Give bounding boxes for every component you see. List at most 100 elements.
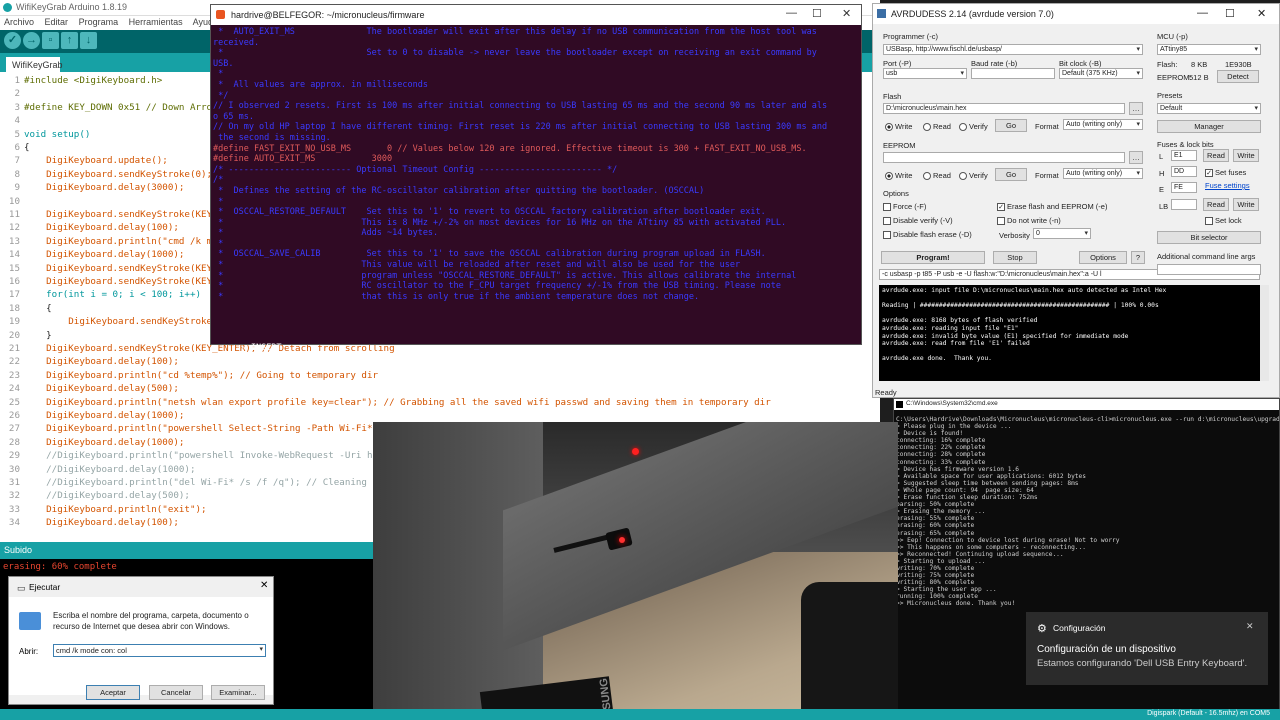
port-select[interactable]: usb [883,68,967,79]
options-section-label: Options [883,189,909,198]
new-file-icon[interactable]: ▫ [42,32,59,49]
notification-toast[interactable]: ⚙ Configuración ✕ Configuración de un di… [1026,612,1268,685]
cmd-line: > Whole page count: 94 page size: 64 [896,486,1034,494]
disable-verify-checkbox[interactable]: Disable verify (-V) [883,216,953,226]
menu-editar[interactable]: Editar [45,17,69,27]
run-dialog: ▭ Ejecutar ✕ Escriba el nombre del progr… [8,576,274,705]
manager-button[interactable]: Manager [1157,120,1261,133]
program-button[interactable]: Program! [881,251,985,264]
minimize-icon[interactable]: — [786,7,797,19]
eeprom-write-radio[interactable]: Write [885,171,912,181]
lock-bits-input[interactable] [1171,199,1197,210]
stop-button[interactable]: Stop [993,251,1037,264]
erase-flash-checkbox[interactable]: ✓ Erase flash and EEPROM (-e) [997,202,1107,212]
upload-icon[interactable]: → [23,32,40,49]
code-text: DigiKeyboard.sendKeyStroke(KEY_ [24,262,218,274]
eeprom-browse-button[interactable]: … [1129,151,1143,164]
run-ok-button[interactable]: Aceptar [86,685,140,700]
fuse-e-input[interactable]: FE [1171,182,1197,193]
eeprom-verify-radio[interactable]: Verify [959,171,988,181]
maximize-icon[interactable]: ☐ [1225,7,1235,20]
lock-write-button[interactable]: Write [1233,198,1259,211]
close-icon[interactable]: ✕ [260,580,268,591]
mcu-select[interactable]: ATtiny85 [1157,44,1261,55]
line-number: 29 [8,450,20,462]
force-checkbox[interactable]: Force (-F) [883,202,926,212]
options-button[interactable]: Options [1079,251,1127,264]
avrdudess-status: Ready [875,388,897,397]
disable-flash-erase-checkbox[interactable]: Disable flash erase (-D) [883,230,972,240]
save-file-icon[interactable]: ↓ [80,32,97,49]
lock-read-button[interactable]: Read [1203,198,1229,211]
verify-icon[interactable]: ✓ [4,32,21,49]
code-line: 21 DigiKeyboard.sendKeyStroke(KEY_ENTER)… [0,343,880,356]
output-line: avrdude.exe done. Thank you. [882,355,992,363]
run-browse-button[interactable]: Examinar... [211,685,265,700]
additional-args-input[interactable] [1157,264,1261,275]
menu-herramientas[interactable]: Herramientas [129,17,183,27]
flash-go-button[interactable]: Go [995,119,1027,132]
fuse-h-input[interactable]: DD [1171,166,1197,177]
cmd-title-bar: C:\Windows\System32\cmd.exe [894,399,1279,410]
code-text: DigiKeyboard.delay(1000); [24,410,185,421]
cmd-line: C:\Users\Hardrive\Downloads\Micronucleus… [896,416,1279,423]
flash-read-radio[interactable]: Read [923,122,951,132]
do-not-write-checkbox[interactable]: Do not write (-n) [997,216,1061,226]
maximize-icon[interactable]: ☐ [812,7,822,20]
run-open-input[interactable]: cmd /k mode con: col [53,644,266,657]
cmd-line: connecting: 16% complete [896,437,986,445]
fuse-l-input[interactable]: E1 [1171,150,1197,161]
menu-archivo[interactable]: Archivo [4,17,34,27]
line-number: 21 [8,343,20,354]
line-number: 12 [8,222,20,234]
flash-format-select[interactable]: Auto (writing only) [1063,119,1143,130]
bit-selector-button[interactable]: Bit selector [1157,231,1261,244]
run-cancel-button[interactable]: Cancelar [149,685,203,700]
output-scrollbar[interactable] [1260,285,1269,381]
baud-input[interactable] [971,68,1055,79]
tab-wifikeygrab[interactable]: WifiKeyGrab [6,57,63,72]
code-text: //DigiKeyboard.println("del Wi-Fi* /s /f… [24,477,384,488]
flash-browse-button[interactable]: … [1129,102,1143,115]
eeprom-file-input[interactable] [883,152,1125,163]
avrdudess-title-bar: AVRDUDESS 2.14 (avrdude version 7.0) — ☐… [873,4,1279,24]
fuse-l-write-button[interactable]: Write [1233,149,1259,162]
programmer-select[interactable]: USBasp, http://www.fischl.de/usbasp/ [883,44,1143,55]
vim-line: * This value will be reloaded after rese… [213,260,741,271]
flash-write-radio[interactable]: Write [885,122,912,132]
close-icon[interactable]: ✕ [1257,7,1266,20]
preset-select[interactable]: Default [1157,103,1261,114]
eeprom-go-button[interactable]: Go [995,168,1027,181]
line-number: 15 [8,262,20,274]
cmd-line: > Available space for user applications:… [896,472,1086,480]
detect-button[interactable]: Detect [1217,70,1259,83]
close-icon[interactable]: ✕ [842,7,851,20]
cmd-output[interactable]: C:\Users\Hardrive\Downloads\Micronucleus… [894,411,1279,623]
vim-buffer[interactable]: * AUTO_EXIT_MS The bootloader will exit … [211,25,861,335]
vim-line: * [213,69,224,80]
flash-file-input[interactable]: D:\micronucleus\main.hex [883,103,1125,114]
verbosity-select[interactable]: 0 [1033,228,1091,239]
line-number: 13 [8,235,20,247]
eeprom-read-radio[interactable]: Read [923,171,951,181]
avrdudess-title: AVRDUDESS 2.14 (avrdude version 7.0) [891,9,1054,19]
fuse-l-read-button[interactable]: Read [1203,149,1229,162]
vim-line: * All values are approx. in milliseconds [213,79,428,90]
vim-line: * Set to 0 to disable -> never leave the… [213,48,817,59]
lock-bits-label: LB [1159,202,1169,211]
close-icon[interactable]: ✕ [1246,621,1254,632]
minimize-icon[interactable]: — [1197,7,1208,19]
menu-programa[interactable]: Programa [79,17,119,27]
fuse-settings-link[interactable]: Fuse settings [1205,181,1250,190]
flash-verify-radio[interactable]: Verify [959,122,988,132]
bitclock-select[interactable]: Default (375 KHz) [1059,68,1143,79]
eeprom-format-select[interactable]: Auto (writing only) [1063,168,1143,179]
set-lock-checkbox[interactable]: Set lock [1205,216,1242,226]
help-button[interactable]: ? [1131,251,1145,264]
vim-line: the second is missing. [213,132,331,143]
vim-line: * OSCCAL_RESTORE_DEFAULT Set this to '1'… [213,207,766,218]
line-number: 28 [8,436,20,448]
avrdudess-output: avrdude.exe: input file D:\micronucleus\… [879,285,1260,381]
set-fuses-checkbox[interactable]: ✓ Set fuses [1205,168,1246,178]
open-file-icon[interactable]: ↑ [61,32,78,49]
